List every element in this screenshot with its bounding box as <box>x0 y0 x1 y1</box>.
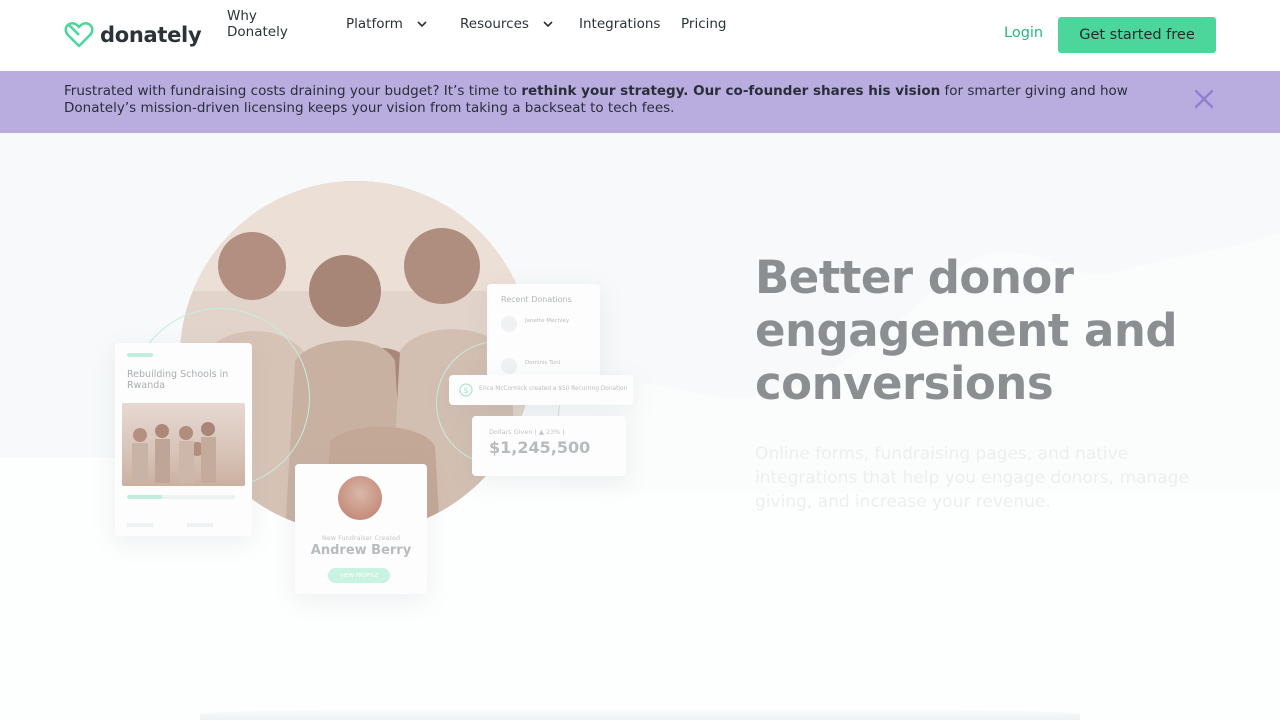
banner-message: Frustrated with fundraising costs draini… <box>64 83 1154 117</box>
chevron-down-icon <box>543 21 553 28</box>
nav-item-label: Resources <box>460 16 529 32</box>
svg-text:$: $ <box>463 386 468 395</box>
campaign-card: Rebuilding Schools in Rwanda <box>115 343 252 536</box>
donation-notice-text: Erica McCormick created a $50 Recurring … <box>479 386 628 392</box>
hero-subtitle: Online forms, fundraising pages, and nat… <box>755 444 1189 512</box>
campaign-footer-line <box>187 523 213 527</box>
hero-title: Better donor engagement and conversions <box>755 251 1178 410</box>
nav-item-label: Pricing <box>681 16 727 32</box>
campaign-footer-line <box>127 523 153 527</box>
nav-pricing[interactable]: Pricing <box>681 14 727 34</box>
nav-item-label: Why Donately <box>227 8 288 40</box>
recent-donations-card: Recent Donations Janette Mechley Dominic… <box>487 284 600 384</box>
get-started-button[interactable]: Get started free <box>1058 17 1216 53</box>
donation-notice-card: $ Erica McCormick created a $50 Recurrin… <box>449 375 633 405</box>
fundraiser-name: Andrew Berry <box>310 543 412 558</box>
view-profile-button[interactable]: VIEW PROFILE <box>328 568 390 583</box>
campaign-photo <box>122 403 245 486</box>
donor-name: Dominic Tuni <box>525 360 561 366</box>
dollar-icon: $ <box>459 383 473 397</box>
nav-resources[interactable]: Resources <box>460 14 555 34</box>
dollars-given-value: $1,245,500 <box>489 438 591 457</box>
recent-donations-title: Recent Donations <box>501 295 572 304</box>
close-icon[interactable] <box>1192 87 1216 111</box>
campaign-tag <box>127 353 153 357</box>
top-navbar: donately Why Donately Platform Resources… <box>0 0 1280 71</box>
section-divider-shadow <box>200 708 1080 720</box>
banner-text-start: Frustrated with fundraising costs draini… <box>64 83 522 99</box>
nav-item-label: Platform <box>346 16 403 32</box>
fundraiser-avatar <box>336 474 384 522</box>
campaign-title: Rebuilding Schools in Rwanda <box>127 369 229 391</box>
fundraiser-label: New Fundraiser Created <box>321 534 401 542</box>
donor-name: Janette Mechley <box>525 318 570 324</box>
donor-avatar <box>501 316 517 332</box>
brand-logo[interactable]: donately <box>64 20 202 50</box>
nav-integrations[interactable]: Integrations <box>579 14 660 34</box>
dollars-given-label: Dollars Given | ▲ 23% | <box>489 428 565 436</box>
campaign-progress-fill <box>127 495 162 499</box>
chevron-down-icon <box>417 21 427 28</box>
heart-logo-icon <box>64 21 94 48</box>
new-fundraiser-card: New Fundraiser Created Andrew Berry VIEW… <box>295 464 427 594</box>
campaign-photo-illustration <box>132 422 216 483</box>
nav-item-label: Integrations <box>579 16 661 32</box>
donation-row: Janette Mechley <box>501 314 591 334</box>
nav-platform[interactable]: Platform <box>346 14 429 34</box>
donor-avatar <box>501 358 517 374</box>
brand-name: donately <box>100 23 202 47</box>
campaign-progress-bar <box>127 495 235 499</box>
dollars-given-card: Dollars Given | ▲ 23% | $1,245,500 <box>472 416 626 476</box>
donation-row: Dominic Tuni <box>501 356 591 376</box>
banner-link[interactable]: rethink your strategy. Our co-founder sh… <box>521 83 940 99</box>
announcement-banner: Frustrated with fundraising costs draini… <box>0 71 1280 133</box>
hero-section: Rebuilding Schools in Rwanda Recent Dona… <box>0 133 1280 720</box>
login-link[interactable]: Login <box>1004 25 1043 41</box>
nav-why-donately[interactable]: Why Donately <box>227 8 288 40</box>
